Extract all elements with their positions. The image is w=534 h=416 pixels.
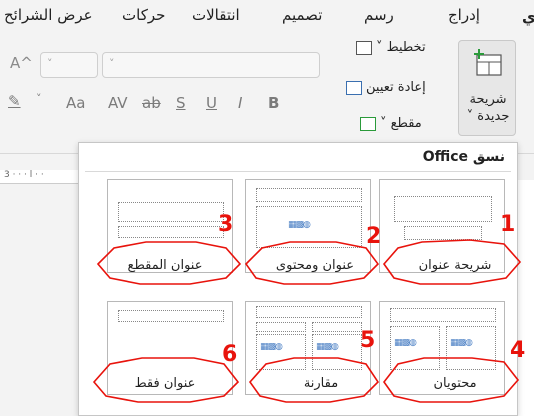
content-placeholder-icon: ▦▩◍ bbox=[288, 220, 311, 230]
divider bbox=[85, 171, 511, 172]
layout-label-section-header[interactable]: عنوان المقطع bbox=[110, 258, 220, 273]
annotation-number-3: 3 bbox=[218, 212, 234, 237]
new-slide-label: شريحة جديدة ˅ bbox=[459, 91, 517, 125]
ribbon-tab-bar: عرض الشرائح حركات انتقالات تصميم رسم إدر… bbox=[0, 0, 534, 34]
italic-button[interactable]: I bbox=[238, 94, 242, 112]
new-slide-button[interactable]: شريحة جديدة ˅ bbox=[458, 40, 516, 136]
horizontal-ruler: 3 · · · l · · bbox=[0, 170, 80, 184]
annotation-number-2: 2 bbox=[366, 224, 382, 249]
layout-label: تخطيط ˅ bbox=[376, 40, 426, 55]
highlight-color-icon[interactable]: ✎ bbox=[8, 92, 21, 110]
reset-icon bbox=[346, 80, 362, 95]
layout-label-title-content[interactable]: عنوان ومحتوى bbox=[260, 258, 370, 273]
annotation-number-6: 6 bbox=[222, 342, 238, 367]
section-button[interactable]: مقطع ˅ bbox=[360, 116, 422, 131]
content-placeholder-icon: ▦▩◍ bbox=[260, 342, 283, 352]
change-case-button[interactable]: Aa bbox=[66, 94, 85, 112]
bold-button[interactable]: B bbox=[268, 94, 279, 112]
annotation-number-1: 1 bbox=[500, 212, 516, 237]
font-name-combo[interactable]: ˅ bbox=[102, 52, 320, 78]
font-grow-button[interactable]: A^ bbox=[10, 54, 33, 72]
reset-label: إعادة تعيين bbox=[366, 80, 426, 95]
annotation-number-4: 4 bbox=[510, 338, 526, 363]
shadow-button[interactable]: S bbox=[176, 94, 186, 112]
font-size-combo[interactable]: ˅ bbox=[40, 52, 98, 78]
section-label: مقطع ˅ bbox=[380, 116, 422, 131]
reset-button[interactable]: إعادة تعيين bbox=[346, 80, 426, 95]
ribbon-body: A^ ˅ ˅ ✎ ˅ B I U S ab AV Aa تخطيط ˅ إعاد… bbox=[0, 34, 534, 154]
tab-transitions[interactable]: انتقالات bbox=[192, 6, 240, 24]
layout-label-title-slide[interactable]: شريحة عنوان bbox=[400, 258, 510, 273]
char-spacing-button[interactable]: AV bbox=[108, 94, 128, 112]
tab-animations[interactable]: حركات bbox=[122, 6, 165, 24]
tab-draw[interactable]: رسم bbox=[364, 6, 394, 24]
new-slide-label-line1: شريحة bbox=[469, 92, 507, 107]
content-placeholder-icon: ▦▩◍ bbox=[316, 342, 339, 352]
gallery-header: نسق Office bbox=[422, 149, 505, 165]
annotation-number-5: 5 bbox=[360, 328, 376, 353]
tab-slideshow[interactable]: عرض الشرائح bbox=[4, 6, 93, 24]
layout-button[interactable]: تخطيط ˅ bbox=[356, 40, 426, 55]
content-placeholder-icon: ▦▩◍ bbox=[450, 338, 473, 348]
chevron-down-icon[interactable]: ˅ bbox=[36, 92, 42, 105]
layout-icon bbox=[356, 40, 372, 55]
new-slide-icon bbox=[474, 49, 502, 76]
layout-label-title-only[interactable]: عنوان فقط bbox=[110, 376, 220, 391]
tab-home-partial[interactable]: ي bbox=[522, 8, 534, 26]
section-icon bbox=[360, 116, 376, 131]
layout-label-two-content[interactable]: محتويان bbox=[400, 376, 510, 391]
content-placeholder-icon: ▦▩◍ bbox=[394, 338, 417, 348]
layout-gallery-dropdown: نسق Office ▦▩◍ ▦▩◍ ▦▩◍ ▦▩◍ ▦▩◍ bbox=[78, 142, 518, 416]
tab-insert[interactable]: إدراج bbox=[448, 6, 480, 24]
tab-design[interactable]: تصميم bbox=[282, 6, 322, 24]
underline-button[interactable]: U bbox=[206, 94, 217, 112]
strikethrough-button[interactable]: ab bbox=[142, 94, 161, 112]
layout-label-comparison[interactable]: مقارنة bbox=[266, 376, 376, 391]
new-slide-label-line2: جديدة ˅ bbox=[466, 109, 510, 124]
